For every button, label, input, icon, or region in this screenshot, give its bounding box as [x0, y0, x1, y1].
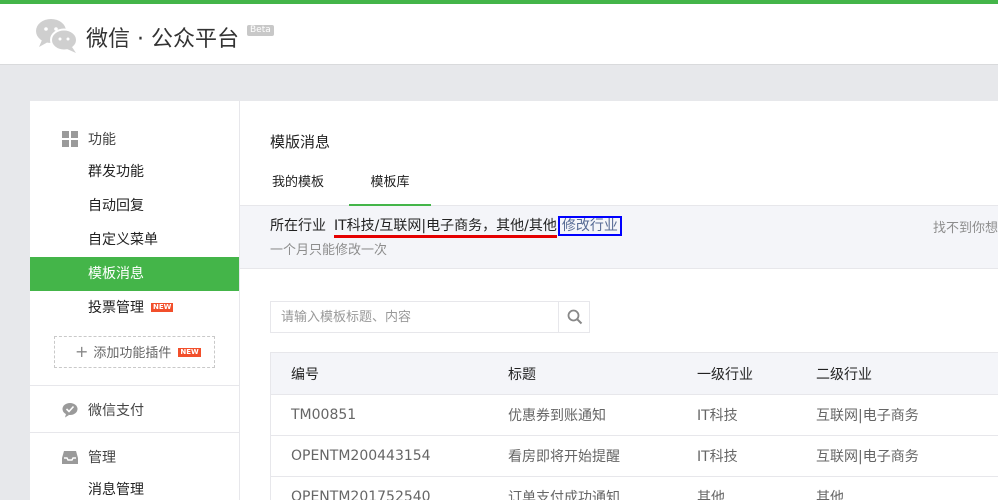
- cell-title: 看房即将开始提醒: [508, 449, 620, 465]
- tab-label: 模板库: [370, 175, 410, 190]
- sidebar-group-manage: 管理: [62, 447, 116, 467]
- table-header: 编号 标题 一级行业 二级行业: [271, 352, 998, 395]
- cell-id: OPENTM200443154: [291, 448, 431, 464]
- modify-industry-link[interactable]: 修改行业: [557, 216, 622, 236]
- brand-title: 微信 · 公众平台: [86, 27, 239, 52]
- beta-badge: Beta: [247, 25, 274, 36]
- sidebar-item-label: 消息管理: [88, 482, 144, 498]
- industry-label: 所在行业: [270, 218, 326, 234]
- grid-icon: [62, 131, 78, 147]
- sidebar-group-pay[interactable]: 微信支付: [62, 400, 144, 420]
- cell-secondary-industry: 互联网|电子商务: [816, 408, 919, 424]
- sidebar-item-label: 群发功能: [88, 164, 144, 180]
- top-header: 微信 · 公众平台 Beta: [0, 0, 998, 65]
- wechat-logo-icon: [36, 19, 78, 53]
- new-badge: NEW: [178, 348, 201, 357]
- plus-icon: +: [75, 342, 89, 361]
- divider: [30, 385, 239, 386]
- main-panel: 模版消息 我的模板 模板库 所在行业 IT科技/互联网|电子商务，其他/其他 修改行…: [240, 101, 998, 500]
- cell-title: 优惠券到账通知: [508, 408, 606, 424]
- tab-template-library[interactable]: 模板库: [349, 161, 431, 206]
- tab-bar: 我的模板 模板库: [240, 161, 998, 206]
- add-plugin-button[interactable]: + 添加功能插件 NEW: [54, 336, 215, 368]
- sidebar-group-label: 管理: [88, 450, 116, 466]
- industry-panel: 所在行业 IT科技/互联网|电子商务，其他/其他 修改行业 一个月只能修改一次 找不…: [240, 206, 998, 269]
- industry-note: 一个月只能修改一次: [270, 243, 388, 258]
- search-box: [270, 301, 590, 333]
- industry-row: 所在行业 IT科技/互联网|电子商务，其他/其他 修改行业: [270, 215, 622, 238]
- cell-primary-industry: IT科技: [697, 449, 738, 465]
- header-cell-id: 编号: [291, 366, 319, 383]
- sidebar-item-label: 自定义菜单: [88, 232, 158, 248]
- search-input[interactable]: [271, 302, 558, 332]
- add-plugin-label: 添加功能插件: [93, 346, 172, 361]
- cell-secondary-industry: 互联网|电子商务: [816, 449, 919, 465]
- cell-secondary-industry: 其他: [816, 490, 844, 500]
- sidebar-item-label: 模板消息: [88, 266, 144, 282]
- sidebar-group-label: 功能: [88, 132, 116, 148]
- cell-primary-industry: IT科技: [697, 408, 738, 424]
- inbox-icon: [62, 451, 78, 464]
- search-button[interactable]: [558, 302, 590, 332]
- sidebar: 功能 群发功能 自动回复 自定义菜单 模板消息 投票管理 NEW + 添加功能插件 N…: [30, 101, 240, 500]
- divider: [30, 432, 239, 433]
- template-table: 编号 标题 一级行业 二级行业 TM00851 优惠券到账通知 IT科技 互联网…: [270, 352, 998, 500]
- sidebar-item-auto-reply[interactable]: 自动回复: [30, 189, 239, 223]
- sidebar-group-label: 微信支付: [88, 403, 144, 419]
- page-title: 模版消息: [270, 133, 331, 151]
- table-row[interactable]: TM00851 优惠券到账通知 IT科技 互联网|电子商务: [271, 395, 998, 436]
- sidebar-item-vote-manage[interactable]: 投票管理 NEW: [30, 291, 239, 325]
- sidebar-item-message-manage[interactable]: 消息管理: [30, 473, 239, 500]
- table-row[interactable]: OPENTM201752540 订单支付成功通知 其他 其他: [271, 477, 998, 500]
- sidebar-item-custom-menu[interactable]: 自定义菜单: [30, 223, 239, 257]
- sidebar-item-label: 自动回复: [88, 198, 144, 214]
- table-row[interactable]: OPENTM200443154 看房即将开始提醒 IT科技 互联网|电子商务: [271, 436, 998, 477]
- industry-value: IT科技/互联网|电子商务，其他/其他: [334, 218, 557, 238]
- header-cell-secondary-industry: 二级行业: [816, 366, 872, 383]
- sidebar-group-features: 功能: [62, 129, 116, 149]
- industry-right-hint[interactable]: 找不到你想: [933, 217, 998, 236]
- wechat-pay-icon: [62, 403, 78, 418]
- cell-id: TM00851: [291, 407, 357, 423]
- sidebar-item-template-message[interactable]: 模板消息: [30, 257, 239, 291]
- tab-label: 我的模板: [271, 175, 324, 190]
- cell-primary-industry: 其他: [697, 490, 725, 500]
- sidebar-item-mass-send[interactable]: 群发功能: [30, 155, 239, 189]
- cell-title: 订单支付成功通知: [508, 490, 620, 500]
- search-icon: [567, 309, 582, 325]
- sidebar-item-label: 投票管理: [88, 300, 144, 316]
- new-badge: NEW: [151, 303, 174, 312]
- header-cell-title: 标题: [508, 366, 536, 383]
- tab-my-templates[interactable]: 我的模板: [270, 161, 326, 206]
- cell-id: OPENTM201752540: [291, 489, 431, 500]
- header-cell-primary-industry: 一级行业: [697, 366, 753, 383]
